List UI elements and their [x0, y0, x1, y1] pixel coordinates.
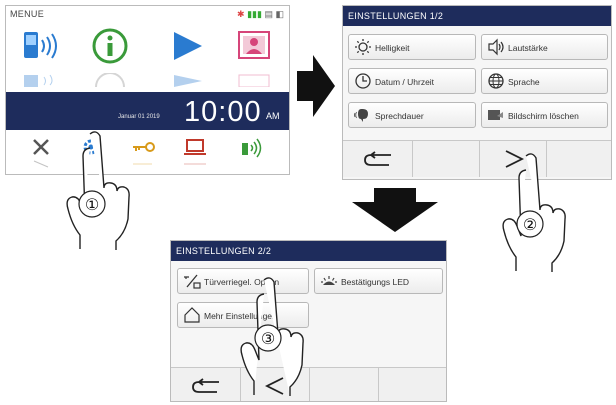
alert-icon: ✱ — [237, 9, 245, 19]
talk-icon — [354, 109, 368, 122]
tap-hand-3: ③ — [240, 277, 304, 396]
nav-empty-4 — [379, 368, 446, 401]
status-icons: ✱ ▮▮▮ ▤ ◧ — [237, 9, 284, 20]
language-button[interactable]: Sprache — [481, 68, 608, 94]
time-display: 10:00 — [184, 96, 262, 128]
screen-clean-button[interactable]: Bildschirm löschen — [481, 102, 608, 128]
brightness-button[interactable]: Helligkeit — [348, 34, 476, 60]
sd-card-icon: ▤ — [264, 9, 273, 19]
clock-bar: Januar 01 2019 10:00 AM — [6, 92, 289, 130]
menu-screen: MENUE ✱ ▮▮▮ ▤ ◧ Januar 01 2019 10:00 AM — [5, 5, 290, 175]
nav-empty-3 — [310, 368, 379, 401]
play-icon[interactable] — [166, 26, 206, 66]
language-label: Sprache — [508, 77, 540, 87]
close-icon[interactable] — [28, 136, 54, 158]
date-time-label: Datum / Uhrzeit — [375, 77, 435, 87]
arrow-right-icon — [297, 55, 335, 117]
brightness-icon — [355, 39, 371, 55]
volume-icon — [488, 38, 504, 56]
ampm-display: AM — [266, 111, 280, 121]
settings-header-1: EINSTELLUNGEN 1/2 — [343, 6, 611, 26]
wireless-icon[interactable] — [238, 136, 264, 158]
settings-screen-1: EINSTELLUNGEN 1/2 Helligkeit Lautstärke … — [342, 5, 612, 180]
house-icon — [184, 307, 200, 323]
intercom-ghost-icon — [24, 74, 53, 87]
talk-duration-button[interactable]: Sprechdauer — [348, 102, 476, 128]
globe-icon — [488, 73, 504, 89]
nav-empty-1 — [413, 141, 480, 177]
date-time-button[interactable]: Datum / Uhrzeit — [348, 68, 476, 94]
back-button-2[interactable] — [171, 368, 241, 401]
record-icon: ◧ — [275, 9, 284, 19]
intercom-icon[interactable] — [20, 26, 60, 66]
menu-title: MENUE — [10, 9, 45, 19]
tap-hand-2: ② — [502, 153, 566, 272]
play-ghost-icon — [174, 75, 202, 87]
back-button[interactable] — [343, 141, 413, 177]
confirmation-led-button[interactable]: Bestätigungs LED — [314, 268, 443, 294]
photo-ghost-icon — [238, 74, 270, 87]
settings-screen-2: EINSTELLUNGEN 2/2 Türverriegel. Option B… — [170, 240, 447, 402]
talk-duration-label: Sprechdauer — [375, 111, 424, 121]
info-ghost-icon — [95, 73, 125, 87]
back-arrow-icon — [192, 378, 219, 393]
monitor-ghost-icon — [184, 163, 206, 165]
settings-header-2: EINSTELLUNGEN 2/2 — [171, 241, 446, 261]
screen-clean-label: Bildschirm löschen — [508, 111, 579, 121]
monitor-icon[interactable] — [182, 136, 208, 158]
date-display: Januar 01 2019 — [118, 114, 160, 120]
clock-icon — [355, 73, 371, 89]
confirmation-led-label: Bestätigungs LED — [341, 277, 410, 287]
volume-label: Lautstärke — [508, 43, 548, 53]
door-lock-icon — [184, 274, 201, 289]
step-3-label: ③ — [261, 329, 275, 348]
screen-clean-icon — [488, 110, 503, 120]
arrow-down-icon — [352, 188, 438, 232]
back-arrow-icon — [364, 151, 391, 166]
bottom-nav-2 — [171, 367, 446, 401]
signal-icon: ▮▮▮ — [247, 9, 262, 19]
photo-icon[interactable] — [234, 26, 274, 66]
step-2-label: ② — [523, 215, 537, 234]
brightness-label: Helligkeit — [375, 43, 410, 53]
step-1-label: ① — [85, 195, 99, 214]
led-icon — [321, 276, 337, 285]
volume-button[interactable]: Lautstärke — [481, 34, 608, 60]
close-ghost-icon — [33, 160, 49, 168]
info-icon[interactable] — [90, 26, 130, 66]
bottom-nav-1 — [343, 140, 611, 177]
tap-hand-1: ① — [66, 131, 130, 250]
